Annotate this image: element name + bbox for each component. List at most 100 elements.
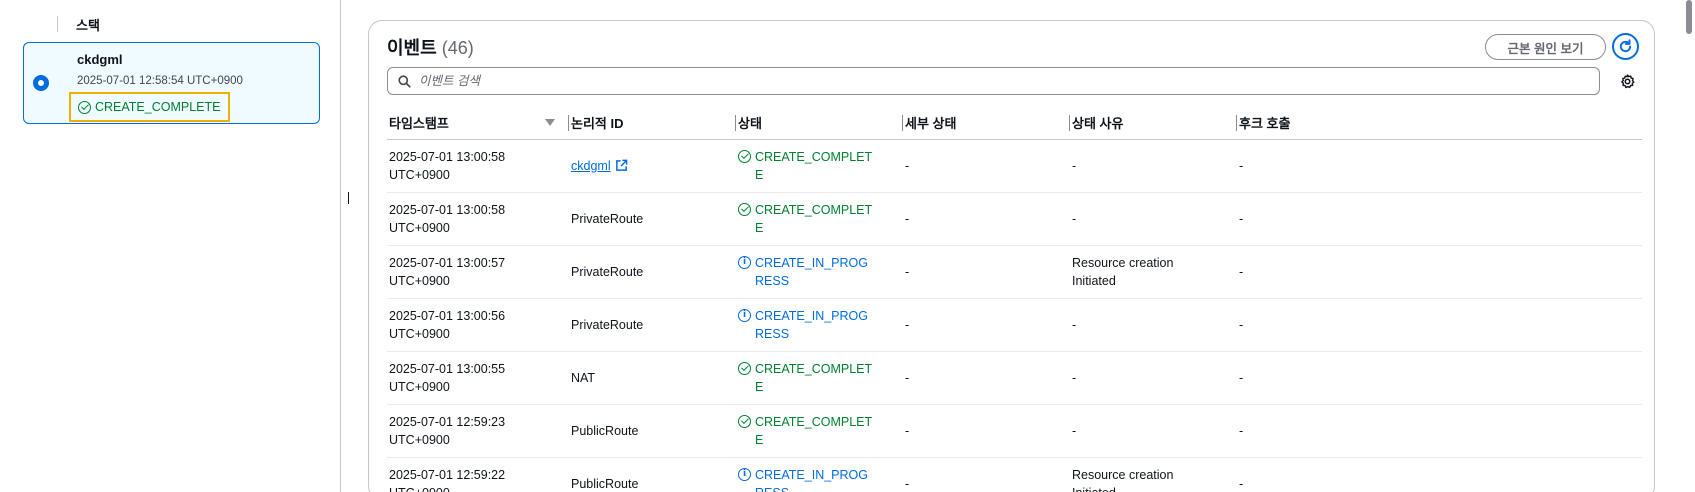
cell-timestamp: 2025-07-01 13:00:58 UTC+0900 <box>387 192 569 246</box>
stack-name[interactable]: ckdgml <box>77 52 123 67</box>
logical-id-link-label[interactable]: ckdgml <box>571 157 611 175</box>
timestamp-date: 2025-07-01 13:00:58 <box>389 149 506 164</box>
status-label: CREATE_COMPLETE <box>755 149 873 182</box>
cell-logical-id: PrivateRoute <box>569 245 736 299</box>
hook-invocations: - <box>1239 423 1244 438</box>
cell-logical-id: PrivateRoute <box>569 298 736 352</box>
hook-invocations: - <box>1239 264 1244 279</box>
timestamp-timezone: UTC+0900 <box>389 273 450 288</box>
table-preferences-button[interactable] <box>1619 73 1636 90</box>
cell-detailed-status: - <box>903 192 1070 246</box>
detailed-status: - <box>905 476 910 491</box>
table-row: 2025-07-01 12:59:22 UTC+0900PublicRoute iC… <box>387 457 1642 492</box>
stacks-panel: 스택 ckdgml 2025-07-01 12:58:54 UTC+0900 C… <box>0 0 341 492</box>
cell-hook-invocations: - <box>1237 298 1642 352</box>
text-cursor <box>348 192 349 204</box>
col-label-status: 상태 <box>738 116 762 132</box>
table-row: 2025-07-01 13:00:58 UTC+0900 PrivateRoute C… <box>387 192 1642 246</box>
events-panel: 이벤트 (46) 근본 원인 보기 타임스탬프 <box>368 20 1655 492</box>
status-indicator: CREATE_COMPLETE <box>738 148 903 184</box>
status-label: CREATE_IN_PROGRESS <box>755 467 868 492</box>
gear-icon <box>1621 74 1635 89</box>
cell-detailed-status: - <box>903 351 1070 405</box>
sort-descending-icon[interactable] <box>545 119 555 126</box>
logical-id: PrivateRoute <box>571 211 644 226</box>
cell-hook-invocations: - <box>1237 457 1642 492</box>
cell-timestamp: 2025-07-01 13:00:57 UTC+0900 <box>387 245 569 299</box>
cell-status-reason: - <box>1070 404 1237 458</box>
cell-logical-id: PublicRoute <box>569 457 736 492</box>
status-reason-line: - <box>1072 370 1077 385</box>
col-header-status-reason[interactable]: 상태 사유 <box>1070 107 1237 140</box>
timestamp-date: 2025-07-01 13:00:58 <box>389 202 506 217</box>
status-reason-line: Resource creation <box>1072 255 1174 270</box>
stack-item-selected[interactable]: ckdgml 2025-07-01 12:58:54 UTC+0900 CREA… <box>23 42 320 124</box>
hook-invocations: - <box>1239 211 1244 226</box>
timestamp-timezone: UTC+0900 <box>389 432 450 447</box>
cell-detailed-status: - <box>903 245 1070 299</box>
cell-status-reason: - <box>1070 298 1237 352</box>
cell-status-reason: Resource creation Initiated <box>1070 457 1237 492</box>
timestamp-date: 2025-07-01 12:59:22 <box>389 467 506 482</box>
search-icon <box>398 74 411 88</box>
hook-invocations: - <box>1239 317 1244 332</box>
col-label-logical-id: 논리적 ID <box>571 116 624 132</box>
col-header-detailed-status[interactable]: 세부 상태 <box>903 107 1070 140</box>
cell-status: CREATE_COMPLETE <box>736 192 903 246</box>
cell-status: CREATE_COMPLETE <box>736 139 903 193</box>
cell-status: CREATE_COMPLETE <box>736 351 903 405</box>
cell-detailed-status: - <box>903 457 1070 492</box>
page-scrollbar[interactable] <box>1686 0 1692 34</box>
table-row: 2025-07-01 12:59:23 UTC+0900 PublicRoute CR… <box>387 404 1642 458</box>
cell-status-reason: - <box>1070 139 1237 193</box>
refresh-icon <box>1619 39 1632 53</box>
cell-hook-invocations: - <box>1237 139 1642 193</box>
success-check-icon <box>738 414 751 428</box>
cell-detailed-status: - <box>903 298 1070 352</box>
stack-timestamp: 2025-07-01 12:58:54 UTC+0900 <box>77 75 243 87</box>
timestamp-timezone: UTC+0900 <box>389 167 450 182</box>
cell-timestamp: 2025-07-01 12:59:23 UTC+0900 <box>387 404 569 458</box>
status-reason-line: Initiated <box>1072 273 1116 288</box>
detailed-status: - <box>905 264 910 279</box>
cell-timestamp: 2025-07-01 12:59:22 UTC+0900 <box>387 457 569 492</box>
cell-status-reason: - <box>1070 192 1237 246</box>
col-header-timestamp[interactable]: 타임스탬프 <box>387 107 569 140</box>
col-header-logical-id[interactable]: 논리적 ID <box>569 107 736 140</box>
cell-hook-invocations: - <box>1237 245 1642 299</box>
cell-logical-id: NAT <box>569 351 736 405</box>
hook-invocations: - <box>1239 370 1244 385</box>
logical-id: PublicRoute <box>571 476 639 491</box>
cell-status: i CREATE_IN_PROGRESS <box>736 245 903 299</box>
stack-radio-selected[interactable] <box>33 75 49 91</box>
cell-hook-invocations: - <box>1237 351 1642 405</box>
logical-id: NAT <box>571 370 596 385</box>
view-root-cause-button[interactable]: 근본 원인 보기 <box>1485 34 1606 60</box>
hook-invocations: - <box>1239 158 1244 173</box>
logical-id: PublicRoute <box>571 423 639 438</box>
cell-logical-id: PrivateRoute <box>569 192 736 246</box>
col-header-status[interactable]: 상태 <box>736 107 903 140</box>
events-heading: 이벤트 (46) <box>387 34 474 60</box>
status-reason-line: - <box>1072 158 1077 173</box>
info-icon: i <box>738 308 751 322</box>
col-label-timestamp: 타임스탬프 <box>389 116 449 132</box>
cell-detailed-status: - <box>903 404 1070 458</box>
stacks-column-header: 스택 <box>57 14 100 34</box>
events-search-field[interactable] <box>387 67 1600 95</box>
status-label: CREATE_IN_PROGRESS <box>755 308 868 341</box>
status-indicator: i CREATE_IN_PROGRESS <box>738 307 903 343</box>
logical-id-link[interactable]: ckdgml <box>571 157 628 175</box>
col-header-hook-invocations[interactable]: 후크 호출 <box>1237 107 1642 140</box>
events-search-input[interactable] <box>419 74 1569 88</box>
status-label: CREATE_IN_PROGRESS <box>755 255 868 288</box>
cell-status-reason: Resource creation Initiated <box>1070 245 1237 299</box>
status-indicator: i CREATE_IN_PROGRESS <box>738 254 903 290</box>
cell-logical-id: ckdgml <box>569 139 736 193</box>
stacks-header-label: 스택 <box>76 17 100 33</box>
timestamp-date: 2025-07-01 13:00:55 <box>389 361 506 376</box>
refresh-button[interactable] <box>1612 33 1639 60</box>
cell-timestamp: 2025-07-01 13:00:58 UTC+0900 <box>387 139 569 193</box>
column-divider <box>57 16 58 32</box>
table-row: 2025-07-01 13:00:57 UTC+0900 PrivateRoute i… <box>387 245 1642 299</box>
